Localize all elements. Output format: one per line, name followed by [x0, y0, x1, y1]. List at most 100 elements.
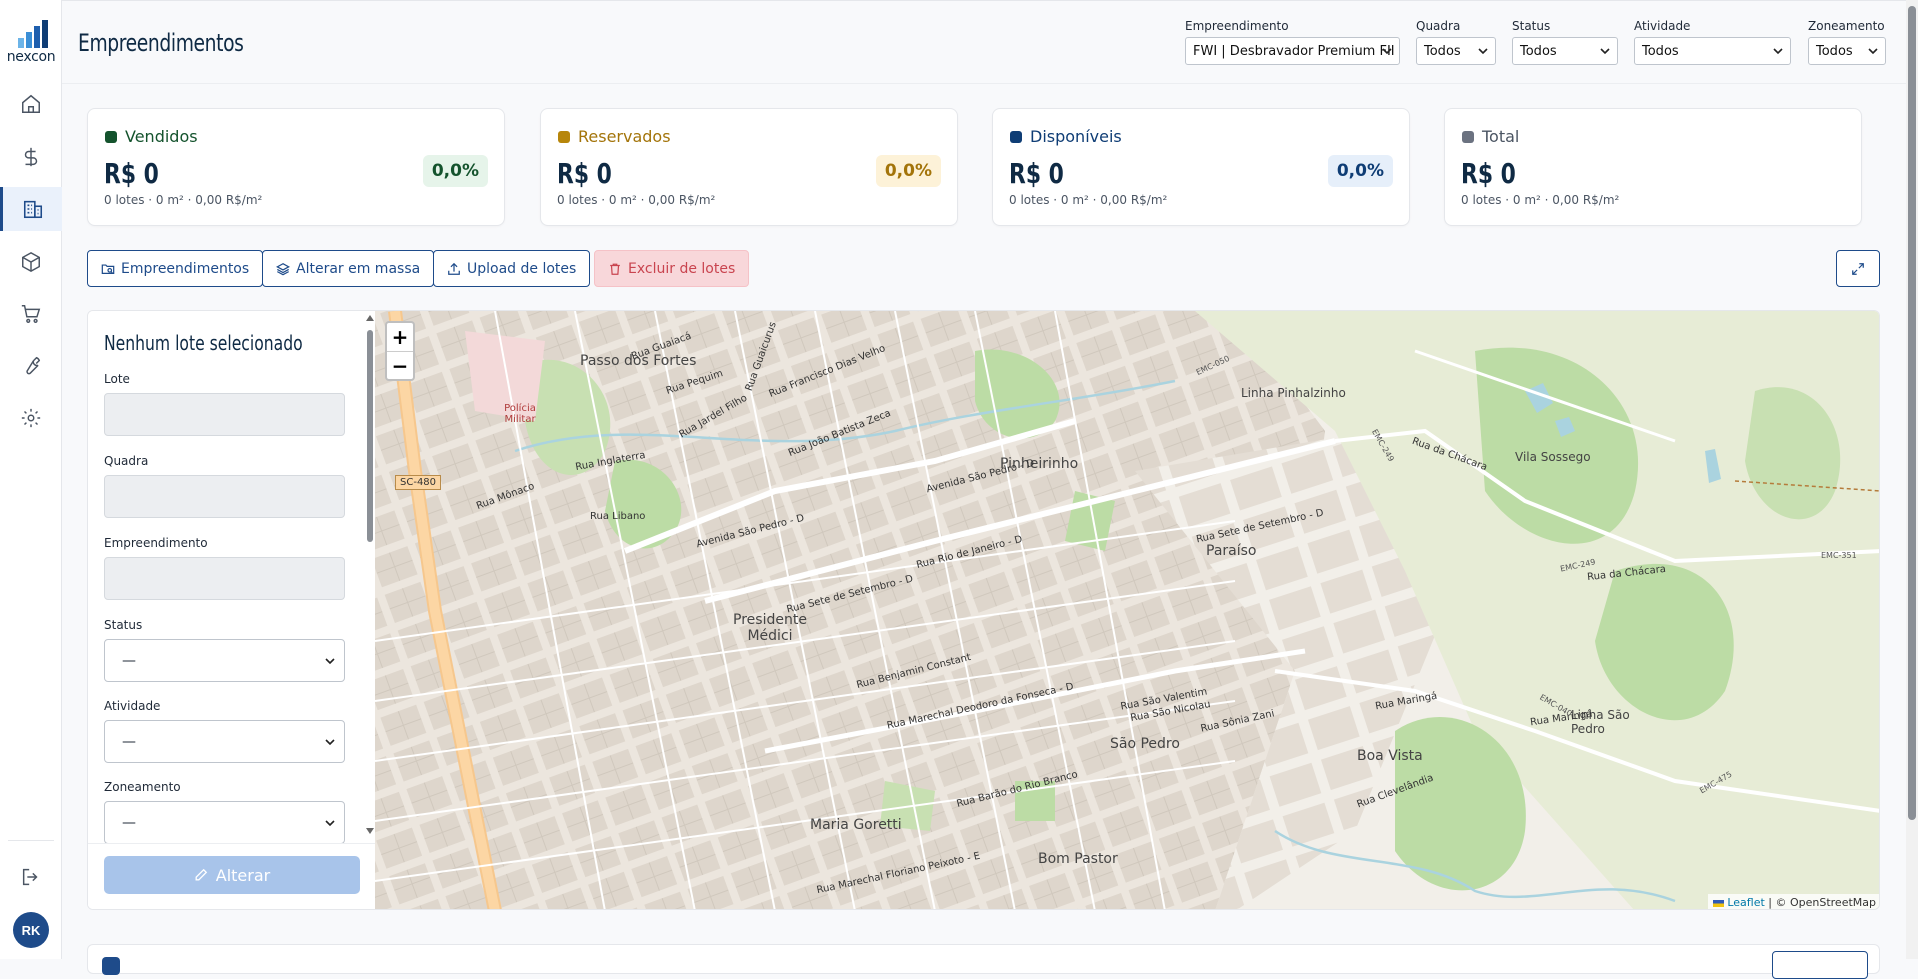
quadra-select[interactable]: Todos [1416, 37, 1496, 65]
map-street-label: Rua Libano [590, 511, 646, 522]
chevron-down-icon [1382, 48, 1392, 55]
select-value: Todos [1642, 43, 1679, 59]
select-value: — [122, 814, 136, 831]
filter-label: Zoneamento [1808, 19, 1885, 33]
nav-cart[interactable] [0, 292, 62, 336]
select-value: FWI | Desbravador Premium FII [1193, 43, 1395, 59]
road-badge: SC-480 [395, 475, 442, 490]
nav-tools[interactable] [0, 344, 62, 388]
zoom-in-button[interactable]: + [387, 323, 413, 351]
chevron-down-icon [325, 658, 335, 665]
quadra-field[interactable] [104, 475, 345, 518]
leaflet-link[interactable]: Leaflet [1727, 896, 1764, 909]
card-value: R$ 0 [104, 157, 159, 190]
filter-status: Status Todos [1512, 19, 1618, 65]
card-vendidos: Vendidos R$ 0 0,0% 0 lotes · 0 m² · 0,00… [87, 108, 505, 226]
excluir-lotes-button[interactable]: Excluir de lotes [594, 250, 750, 287]
logout-icon [22, 868, 38, 886]
box-icon [22, 251, 40, 273]
map[interactable]: Passo dos Fortes Pinheirinho Linha Pinha… [375, 311, 1880, 910]
nav-home[interactable] [0, 82, 62, 126]
chevron-down-icon [1600, 48, 1610, 55]
upload-icon [448, 262, 460, 275]
alterar-button[interactable]: Alterar [104, 856, 360, 894]
lote-field[interactable] [104, 393, 345, 436]
chevron-down-icon [325, 820, 335, 827]
page-title: Empreendimentos [78, 29, 244, 57]
form-scrollbar-thumb[interactable] [367, 330, 373, 542]
attribution-text: | © OpenStreetMap [1768, 896, 1876, 909]
folder-search-icon [101, 263, 115, 274]
empreendimento-select[interactable]: FWI | Desbravador Premium FII [1185, 37, 1400, 65]
lots-panel: Nenhum lote selecionado Lote Quadra Empr… [87, 310, 1880, 910]
select-value: Todos [1520, 43, 1557, 59]
nav-settings[interactable] [0, 396, 62, 440]
map-attribution: Leaflet | © OpenStreetMap [1707, 894, 1879, 909]
filter-label: Atividade [1634, 19, 1691, 33]
filter-empreendimento: Empreendimento FWI | Desbravador Premium… [1185, 19, 1400, 65]
card-disponiveis: Disponíveis R$ 0 0,0% 0 lotes · 0 m² · 0… [992, 108, 1410, 226]
flag-icon [1712, 899, 1724, 907]
trash-icon [610, 263, 620, 275]
home-icon [22, 94, 40, 113]
logo-text: nexcon [6, 49, 56, 65]
map-tiles[interactable] [375, 311, 1880, 910]
page-scrollbar[interactable] [1906, 0, 1918, 959]
select-value: — [122, 733, 136, 750]
chevron-down-icon [1478, 48, 1488, 55]
upload-lotes-button[interactable]: Upload de lotes [433, 250, 591, 287]
card-value: R$ 0 [557, 157, 612, 190]
card-percent: 0,0% [875, 155, 941, 187]
card-percent: 0,0% [1327, 155, 1393, 187]
lot-form-title: Nenhum lote selecionado [104, 331, 303, 355]
button-label: Empreendimentos [121, 260, 250, 277]
nav-products[interactable] [0, 240, 62, 284]
page-scrollbar-thumb[interactable] [1908, 6, 1916, 820]
lote-label: Lote [104, 372, 130, 386]
nav-empreendimentos[interactable] [0, 187, 62, 231]
filter-label: Quadra [1416, 19, 1461, 33]
card-details: 0 lotes · 0 m² · 0,00 R$/m² [1009, 193, 1168, 207]
empreendimento-field[interactable] [104, 557, 345, 600]
zoneamento-field[interactable]: — [104, 801, 345, 844]
avatar[interactable]: RK [13, 912, 49, 948]
empreendimentos-button[interactable]: Empreendimentos [87, 250, 264, 287]
status-field[interactable]: — [104, 639, 345, 682]
nav-finance[interactable] [0, 135, 62, 179]
alterar-em-massa-button[interactable]: Alterar em massa [262, 250, 435, 287]
fullscreen-button[interactable] [1836, 250, 1880, 287]
scroll-down-icon [366, 828, 374, 834]
road-badge: EMC-351 [1821, 551, 1857, 560]
card-reservados: Reservados R$ 0 0,0% 0 lotes · 0 m² · 0,… [540, 108, 958, 226]
logo: nexcon [4, 20, 56, 66]
table-card [87, 944, 1880, 979]
map-place-label: Polícia Militar [504, 403, 536, 425]
atividade-select[interactable]: Todos [1634, 37, 1791, 65]
select-value: Todos [1816, 43, 1853, 59]
building-icon [23, 200, 42, 219]
atividade-field[interactable]: — [104, 720, 345, 763]
card-title: Vendidos [125, 127, 198, 146]
nav-logout[interactable] [0, 855, 62, 899]
status-select[interactable]: Todos [1512, 37, 1618, 65]
status-dot [558, 131, 570, 143]
zoneamento-select[interactable]: Todos [1808, 37, 1886, 65]
zoom-out-button[interactable]: − [387, 351, 413, 379]
button-label: Excluir de lotes [628, 260, 736, 277]
layers-icon [276, 262, 290, 275]
filter-zoneamento: Zoneamento Todos [1808, 19, 1886, 65]
map-place-label: São Pedro [1110, 736, 1180, 752]
quadra-label: Quadra [104, 454, 149, 468]
map-place-label: Presidente Médici [733, 612, 807, 644]
map-place-label: Bom Pastor [1038, 851, 1118, 867]
table-action-button[interactable] [1772, 951, 1868, 979]
status-dot [105, 131, 117, 143]
sidebar-divider [8, 840, 54, 841]
filter-label: Empreendimento [1185, 19, 1289, 33]
select-all-checkbox[interactable] [102, 957, 120, 975]
header: Empreendimentos Empreendimento FWI | Des… [62, 0, 1918, 84]
button-label: Upload de lotes [467, 260, 577, 277]
card-title: Total [1482, 127, 1520, 146]
select-value: Todos [1424, 43, 1461, 59]
card-total: Total R$ 0 0 lotes · 0 m² · 0,00 R$/m² [1444, 108, 1862, 226]
